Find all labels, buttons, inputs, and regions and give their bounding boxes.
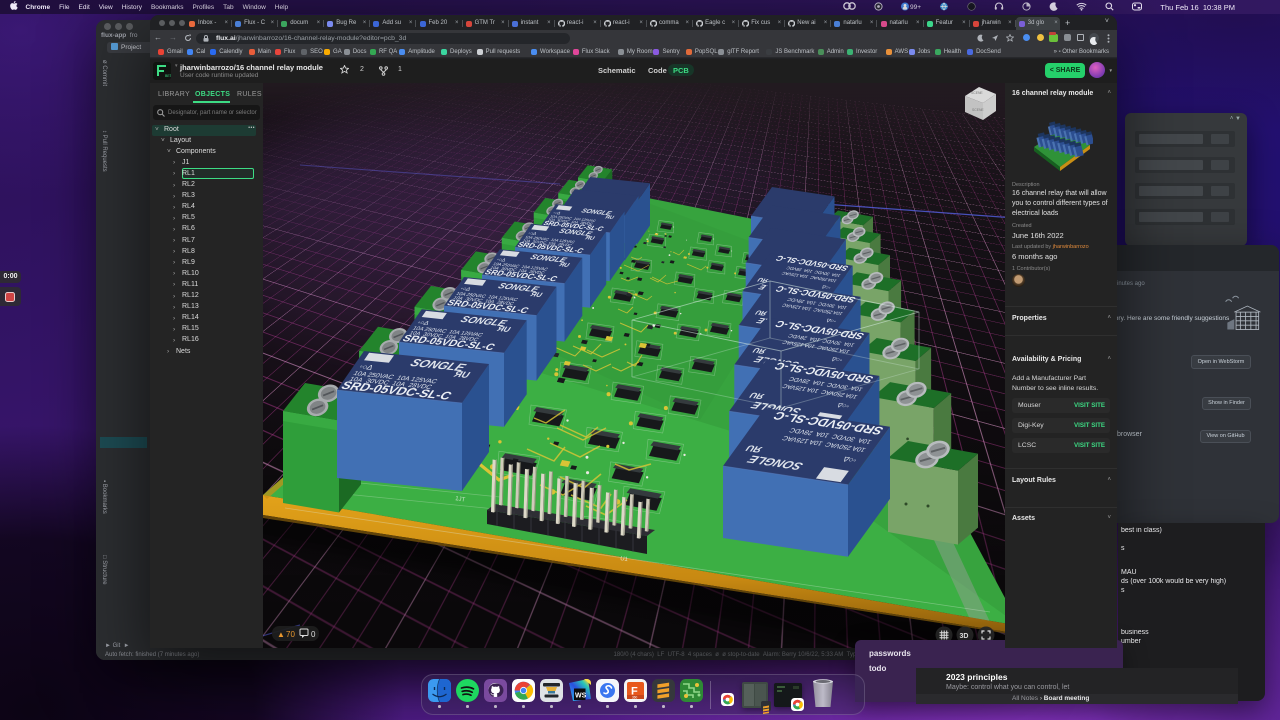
svg-text:360: 360 — [632, 695, 638, 699]
svg-text:70: 70 — [286, 630, 295, 639]
svg-text:▲: ▲ — [277, 630, 285, 639]
svg-text:BETA: BETA — [165, 74, 171, 78]
svg-text:99+: 99+ — [910, 4, 921, 11]
svg-text:SCENE: SCENE — [972, 108, 984, 112]
svg-text:SCENE: SCENE — [971, 91, 983, 95]
svg-text:0: 0 — [311, 630, 316, 639]
svg-text:3D: 3D — [960, 633, 969, 640]
svg-text:WS: WS — [575, 693, 587, 700]
